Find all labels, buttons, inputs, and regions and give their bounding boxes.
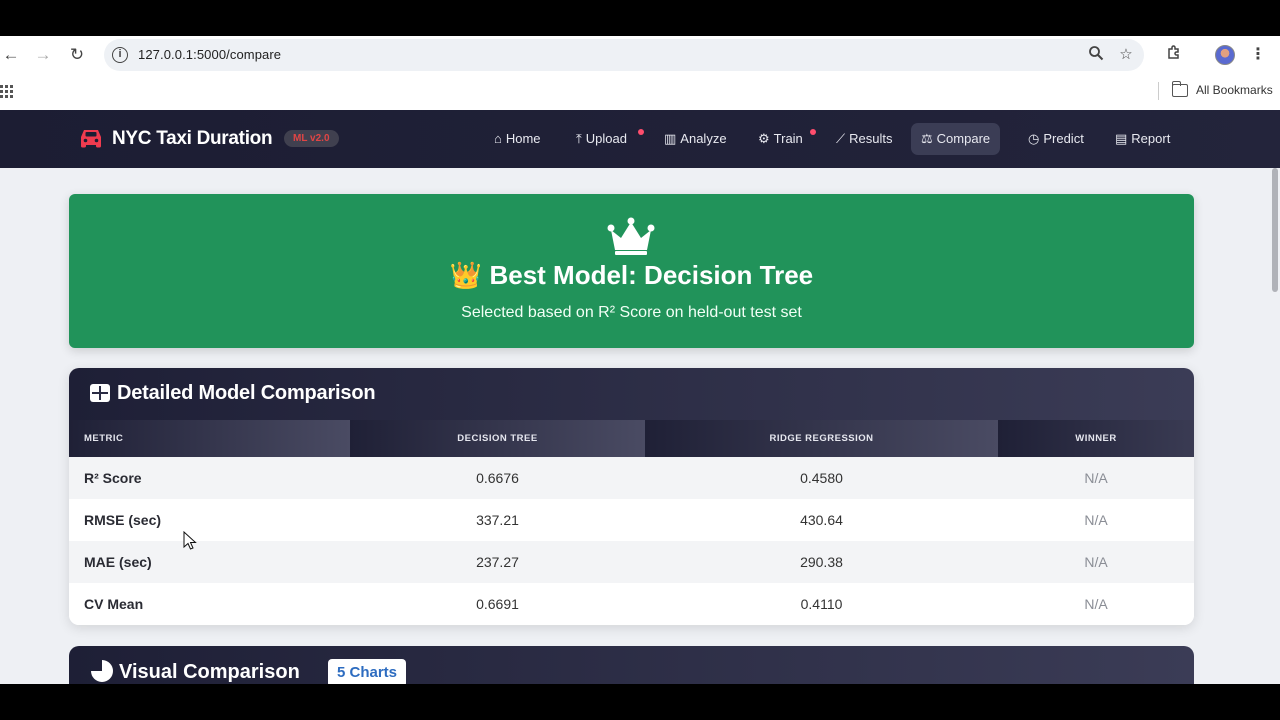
col-header-ridge-regression[interactable]: Ridge Regression — [645, 420, 998, 457]
table-icon — [90, 384, 110, 402]
nav-report[interactable]: ▤ Report — [1105, 123, 1180, 155]
ridge-value: 0.4580 — [800, 470, 843, 486]
best-model-title: 👑 Best Model: Decision Tree — [449, 260, 814, 290]
version-badge: ML v2.0 — [284, 130, 339, 147]
pie-chart-icon — [91, 660, 113, 682]
nav-analyze[interactable]: ▥ Analyze — [654, 123, 737, 155]
apps-grid-icon[interactable] — [0, 85, 13, 98]
bookmarks-bar: All Bookmarks — [0, 74, 1280, 108]
col-header-metric[interactable]: Metric — [84, 420, 123, 457]
nav-train-label: Train — [773, 131, 803, 146]
winner-value: N/A — [1084, 596, 1108, 612]
mouse-cursor-icon — [183, 531, 197, 550]
taxi-icon — [81, 130, 101, 148]
document-icon: ▤ — [1115, 131, 1128, 146]
table-header: Metric Decision Tree Ridge Regression Wi… — [69, 420, 1194, 457]
browser-chrome: ← → ↻ i 127.0.0.1:5000/compare ☆ ⋮ All B… — [0, 36, 1280, 110]
nav-analyze-label: Analyze — [680, 131, 727, 146]
nav-upload-label: Upload — [585, 131, 627, 146]
screen: ← → ↻ i 127.0.0.1:5000/compare ☆ ⋮ All B… — [0, 0, 1280, 720]
comparison-title: Detailed Model Comparison — [117, 382, 376, 404]
train-notification-dot — [810, 129, 816, 135]
chart-bar-icon: ▥ — [664, 131, 677, 146]
decision-tree-value: 237.27 — [476, 554, 519, 570]
metric-name: R² Score — [84, 470, 142, 486]
line-chart-icon: ⟋ — [836, 131, 846, 146]
table-row: MAE (sec) 237.27 290.38 N/A — [69, 541, 1194, 583]
nav-home[interactable]: ⌂ Home — [484, 123, 551, 155]
nav-report-label: Report — [1131, 131, 1171, 146]
address-url[interactable]: 127.0.0.1:5000/compare — [138, 47, 281, 62]
balance-scale-icon: ⚖ — [921, 131, 933, 146]
nav-home-label: Home — [505, 131, 541, 146]
winner-value: N/A — [1084, 512, 1108, 528]
table-row: RMSE (sec) 337.21 430.64 N/A — [69, 499, 1194, 541]
page-scrollbar[interactable] — [1272, 168, 1278, 292]
best-model-subtitle: Selected based on R² Score on held-out t… — [461, 304, 802, 321]
zoom-icon[interactable] — [1086, 45, 1106, 65]
best-model-banner: 👑 Best Model: Decision Tree Selected bas… — [69, 194, 1194, 348]
ridge-value: 430.64 — [800, 512, 843, 528]
brand-title[interactable]: NYC Taxi Duration — [112, 128, 273, 150]
winner-value: N/A — [1084, 470, 1108, 486]
ridge-value: 290.38 — [800, 554, 843, 570]
decision-tree-value: 0.6691 — [476, 596, 519, 612]
ridge-value: 0.4110 — [800, 596, 843, 612]
browser-toolbar: ← → ↻ i 127.0.0.1:5000/compare ☆ ⋮ — [0, 36, 1280, 74]
folder-icon[interactable] — [1171, 81, 1188, 97]
nav-predict[interactable]: ◷ Predict — [1018, 123, 1094, 155]
comparison-card: Detailed Model Comparison Metric Decisio… — [69, 368, 1194, 625]
col-header-winner[interactable]: Winner — [998, 420, 1194, 457]
metric-name: CV Mean — [84, 596, 144, 612]
metric-name: RMSE (sec) — [84, 512, 162, 528]
bookmarks-separator — [1158, 82, 1159, 100]
back-icon[interactable]: ← — [0, 44, 22, 66]
forward-icon[interactable]: → — [32, 44, 54, 66]
nav-compare-label: Compare — [936, 131, 991, 146]
robot-icon: ⚙ — [758, 131, 770, 146]
page-content: NYC Taxi Duration ML v2.0 ⌂ Home ⤒ Upload … — [0, 110, 1280, 684]
all-bookmarks-link[interactable]: All Bookmarks — [1196, 83, 1273, 97]
bookmark-star-icon[interactable]: ☆ — [1116, 45, 1136, 65]
visual-comparison-title: Visual Comparison — [119, 661, 300, 683]
winner-value: N/A — [1084, 554, 1108, 570]
clock-icon: ◷ — [1028, 131, 1040, 146]
decision-tree-value: 0.6676 — [476, 470, 519, 486]
profile-avatar[interactable] — [1215, 45, 1235, 65]
browser-menu-icon[interactable]: ⋮ — [1250, 44, 1266, 66]
charts-count-badge: 5 Charts — [328, 659, 407, 684]
reload-icon[interactable]: ↻ — [66, 44, 88, 66]
col-header-decision-tree[interactable]: Decision Tree — [350, 420, 645, 457]
nav-upload[interactable]: ⤒ Upload — [566, 123, 644, 155]
crown-icon — [607, 217, 655, 255]
nav-predict-label: Predict — [1043, 131, 1084, 146]
nav-train[interactable]: ⚙ Train — [748, 123, 816, 155]
nav-compare[interactable]: ⚖ Compare — [911, 123, 1001, 155]
site-info-icon[interactable]: i — [112, 47, 128, 63]
nav-results-label: Results — [849, 131, 893, 146]
upload-icon: ⤒ — [576, 131, 582, 146]
metric-name: MAE (sec) — [84, 554, 152, 570]
nav-results[interactable]: ⟋ Results — [826, 123, 902, 155]
table-row: CV Mean 0.6691 0.4110 N/A — [69, 583, 1194, 625]
table-row: R² Score 0.6676 0.4580 N/A — [69, 457, 1194, 499]
visual-comparison-header: Visual Comparison 5 Charts — [69, 646, 1194, 684]
address-bar[interactable]: i 127.0.0.1:5000/compare ☆ — [104, 39, 1144, 71]
upload-notification-dot — [638, 129, 644, 135]
decision-tree-value: 337.21 — [476, 512, 519, 528]
extensions-icon[interactable] — [1163, 44, 1185, 66]
comparison-card-header: Detailed Model Comparison — [69, 368, 1194, 420]
app-navbar: NYC Taxi Duration ML v2.0 ⌂ Home ⤒ Upload … — [0, 110, 1280, 168]
home-icon: ⌂ — [494, 131, 502, 146]
